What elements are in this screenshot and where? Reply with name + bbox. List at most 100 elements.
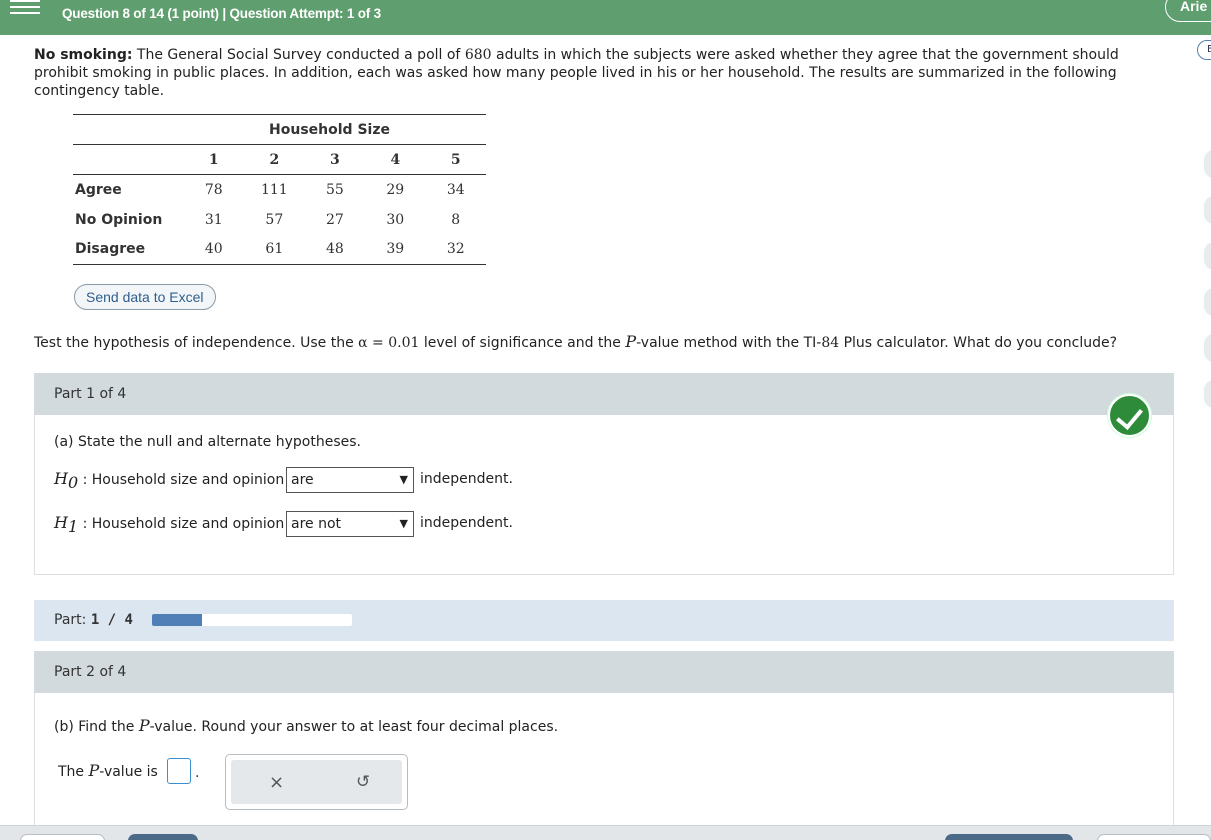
column-header: 4 — [365, 144, 426, 175]
table-cell: 61 — [243, 234, 305, 265]
progress-label-text: Part: — [54, 612, 87, 628]
p-variable: P — [88, 761, 100, 780]
contingency-table: Household Size 1 2 3 4 5 Agree 78 111 55… — [73, 114, 486, 265]
send-to-excel-button[interactable]: Send data to Excel — [74, 284, 216, 310]
progress-bar-fill — [152, 614, 202, 626]
progress-label: Part: 1 / 4 — [54, 612, 133, 628]
h0-select[interactable]: are ▼ — [286, 467, 414, 493]
problem-lead: No smoking: — [34, 47, 133, 63]
table-cell: 111 — [260, 181, 288, 198]
question-info: Question 8 of 14 (1 point) | Question At… — [62, 6, 381, 21]
side-nav-dot[interactable] — [1204, 334, 1211, 362]
top-bar: Question 8 of 14 (1 point) | Question At… — [0, 0, 1211, 35]
sample-size: 680 — [464, 47, 492, 63]
h1-text: : Household size and opinion — [82, 516, 285, 532]
h1-row: H1 : Household size and opinion — [54, 510, 284, 536]
table-cell: 27 — [325, 211, 344, 228]
table-cell: 34 — [446, 181, 465, 198]
h0-suffix: independent. — [420, 471, 513, 487]
side-nav-dot[interactable] — [1204, 288, 1211, 316]
h1-select-value: are not — [291, 516, 342, 532]
progress-value: 1 / 4 — [90, 612, 133, 628]
p-value-prompt: The P-value is — [58, 760, 158, 783]
part2-question-1: (b) Find the — [54, 719, 139, 735]
table-cell: 8 — [451, 211, 461, 228]
row-label: Agree — [75, 181, 122, 198]
column-header: 3 — [304, 144, 366, 175]
table-row: Disagree 40 61 48 39 32 — [73, 234, 486, 265]
h1-suffix: independent. — [420, 515, 513, 531]
progress-row: Part: 1 / 4 — [34, 600, 1174, 641]
corner-cell — [73, 144, 184, 175]
answer-toolbar: × ↺ — [225, 754, 408, 810]
part2-heading: Part 2 of 4 — [34, 651, 1174, 693]
check-icon — [1108, 394, 1151, 437]
table-cell: 48 — [304, 234, 366, 265]
table-title: Household Size — [73, 114, 486, 145]
intro-text-1: The General Social Survey conducted a po… — [132, 47, 465, 63]
h0-subscript: 0 — [67, 472, 79, 492]
footer-button[interactable] — [20, 834, 105, 840]
column-header: 1 — [183, 144, 244, 175]
answer-prefix: The — [58, 764, 89, 780]
table-cell: 32 — [425, 234, 486, 265]
p-value-input[interactable] — [167, 758, 191, 784]
menu-icon[interactable] — [10, 0, 40, 14]
footer-button[interactable] — [1097, 834, 1211, 840]
table-cell: 55 — [325, 181, 344, 198]
row-label: No Opinion — [75, 211, 163, 228]
table-cell: 78 — [204, 181, 223, 198]
user-menu-button[interactable]: Arie — [1165, 0, 1211, 22]
instruction-text-4: Plus calculator. What do you conclude? — [839, 335, 1118, 351]
table-cell: 31 — [204, 211, 223, 228]
h1-select[interactable]: are not ▼ — [286, 511, 414, 537]
column-header: 2 — [243, 144, 305, 175]
progress-bar — [152, 614, 352, 626]
row-label: Disagree — [73, 234, 184, 265]
p-variable: P — [138, 716, 150, 735]
calculator-model: 84 — [821, 335, 840, 351]
instruction-text-1: Test the hypothesis of independence. Use… — [34, 335, 359, 351]
table-cell: 29 — [386, 181, 405, 198]
toolbar-inner: × ↺ — [231, 760, 402, 804]
footer-button[interactable] — [128, 834, 198, 840]
h0-symbol: H — [54, 469, 68, 488]
part1-heading: Part 1 of 4 — [34, 373, 1174, 415]
h1-symbol: H — [54, 513, 68, 532]
p-variable: P — [625, 332, 637, 351]
table-cell: 40 — [183, 234, 244, 265]
part1-question: (a) State the null and alternate hypothe… — [54, 434, 361, 450]
side-nav — [1204, 150, 1211, 426]
instruction: Test the hypothesis of independence. Use… — [34, 332, 1117, 351]
instruction-text-2: level of significance and the — [419, 335, 626, 351]
part2-question: (b) Find the P-value. Round your answer … — [54, 716, 558, 735]
answer-suffix: -value is — [99, 764, 158, 780]
dropdown-arrow-icon: ▼ — [399, 517, 408, 530]
h1-subscript: 1 — [67, 516, 79, 536]
answer-period: . — [195, 765, 200, 781]
side-nav-dot[interactable] — [1204, 380, 1211, 408]
instruction-text-3: -value method with the TI- — [636, 335, 822, 351]
column-header: 5 — [425, 144, 486, 175]
table-row: No Opinion 31 57 27 30 8 — [73, 205, 486, 235]
undo-icon[interactable]: ↺ — [356, 772, 370, 792]
side-nav-dot[interactable] — [1204, 150, 1211, 178]
side-nav-dot[interactable] — [1204, 196, 1211, 224]
clear-icon[interactable]: × — [269, 772, 284, 793]
h0-select-value: are — [291, 472, 314, 488]
footer-button[interactable] — [945, 834, 1073, 840]
footer-bar — [0, 825, 1211, 840]
alpha-value: α = 0.01 — [358, 335, 420, 351]
dropdown-arrow-icon: ▼ — [399, 473, 408, 486]
side-nav-dot[interactable] — [1204, 242, 1211, 270]
h0-row: H0 : Household size and opinion — [54, 466, 284, 492]
table-cell: 30 — [386, 211, 405, 228]
table-cell: 57 — [265, 211, 284, 228]
problem-statement: No smoking: The General Social Survey co… — [34, 46, 1144, 100]
table-row: Agree 78 111 55 29 34 — [73, 175, 486, 205]
part2-question-2: -value. Round your answer to at least fo… — [149, 719, 559, 735]
h0-text: : Household size and opinion — [82, 472, 285, 488]
edge-button[interactable]: E — [1197, 40, 1211, 60]
table-cell: 39 — [365, 234, 426, 265]
part2-panel — [34, 693, 1174, 833]
